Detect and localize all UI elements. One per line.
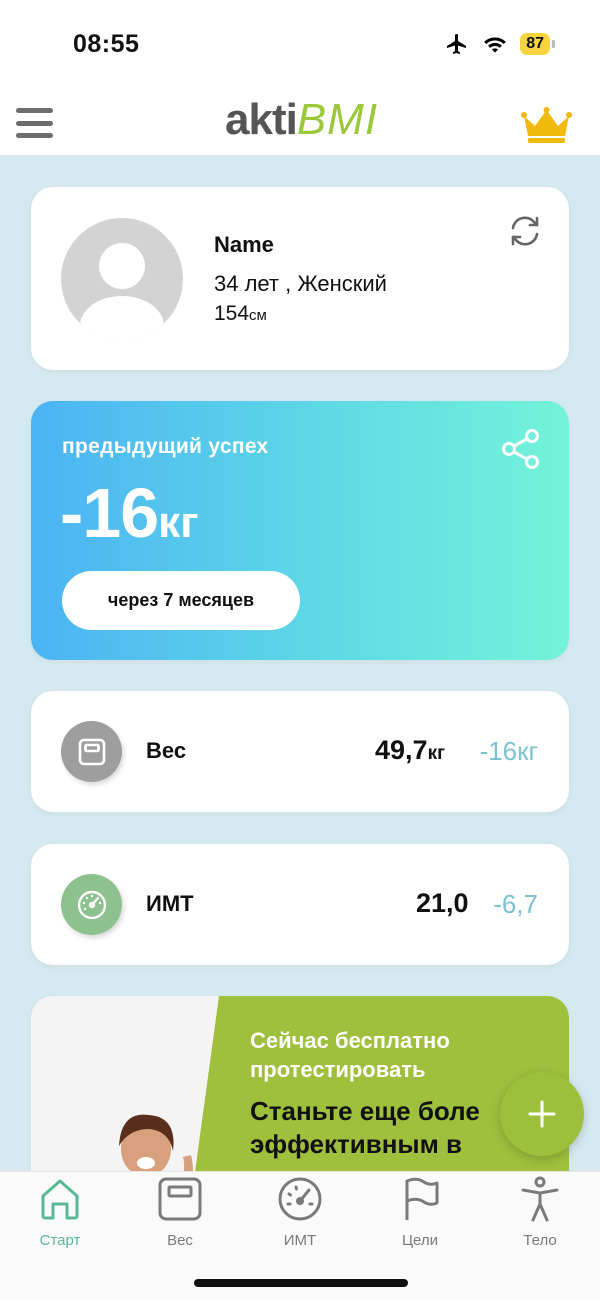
tab-label-goals: Цели	[401, 1232, 439, 1249]
home-icon	[41, 1179, 79, 1220]
promo-subtitle-line2: протестировать	[250, 1057, 426, 1082]
success-title: предыдущий успех	[62, 435, 269, 458]
scale-icon	[78, 738, 105, 765]
weight-card[interactable]: Вес 49,7кг -16кг	[31, 691, 569, 812]
weight-delta-unit: кг	[517, 736, 538, 766]
avatar[interactable]	[61, 218, 183, 340]
tab-label-body: Тело	[523, 1232, 557, 1249]
body-icon	[521, 1176, 559, 1222]
status-icons: 87	[444, 32, 555, 56]
promo-headline-line1: Станьте еще боле	[250, 1096, 480, 1126]
promo-subtitle-line1: Сейчас бесплатно	[250, 1028, 450, 1053]
logo-text-akti: akti	[225, 95, 298, 144]
success-value-number: -16	[60, 474, 159, 552]
promo-headline: Станьте еще боле эффективным в	[250, 1095, 480, 1161]
scale-icon	[158, 1177, 202, 1221]
bmi-value: 21,0	[416, 888, 469, 918]
bmi-card[interactable]: ИМТ 21,0 -6,7	[31, 844, 569, 965]
bmi-label: ИМТ	[146, 891, 194, 916]
menu-icon[interactable]	[16, 108, 53, 138]
period-button[interactable]: через 7 месяцев	[62, 571, 300, 630]
profile-age-gender: 34 лет , Женский	[214, 271, 387, 296]
tab-label-weight: Вес	[167, 1232, 193, 1249]
refresh-icon[interactable]	[507, 213, 543, 249]
weight-delta-number: -16	[479, 736, 518, 766]
add-button[interactable]	[500, 1072, 584, 1156]
bmi-icon-circle	[61, 874, 122, 935]
share-icon[interactable]	[501, 428, 541, 470]
tab-label-bmi: ИМТ	[283, 1232, 317, 1249]
bmi-delta: -6,7	[493, 889, 538, 919]
battery-indicator: 87	[520, 33, 555, 55]
app-header: aktiBMI	[0, 90, 600, 156]
status-bar: 08:55 87	[0, 0, 600, 90]
weight-value: 49,7кг	[375, 735, 445, 766]
plus-icon	[528, 1100, 556, 1128]
tab-body[interactable]: Тело	[480, 1176, 600, 1252]
profile-card[interactable]: Name 34 лет , Женский 154см	[31, 187, 569, 370]
tab-weight[interactable]: Вес	[120, 1176, 240, 1252]
weight-icon-circle	[61, 721, 122, 782]
logo-text-bmi: BMI	[296, 95, 379, 144]
weight-label: Вес	[146, 738, 187, 763]
tab-goals[interactable]: Цели	[360, 1176, 480, 1252]
height-unit: см	[249, 307, 267, 324]
profile-height: 154см	[214, 302, 267, 326]
promo-headline-line2: эффективным в	[250, 1129, 463, 1159]
app-logo: aktiBMI	[225, 94, 378, 146]
weight-value-number: 49,7	[375, 735, 428, 765]
weight-value-unit: кг	[427, 743, 445, 764]
success-value-unit: кг	[158, 498, 199, 547]
gauge-icon	[77, 890, 106, 919]
success-value: -16кг	[60, 475, 199, 571]
wifi-icon	[484, 37, 507, 53]
crown-icon[interactable]	[521, 106, 572, 144]
status-time: 08:55	[73, 30, 140, 58]
flag-icon	[405, 1177, 439, 1220]
airplane-icon	[447, 34, 467, 54]
home-indicator[interactable]	[194, 1279, 408, 1287]
height-value: 154	[214, 302, 250, 325]
tab-bmi[interactable]: ИМТ	[240, 1176, 360, 1252]
tab-label-start: Старт	[39, 1232, 81, 1249]
profile-name: Name	[214, 232, 274, 257]
tab-start[interactable]: Старт	[0, 1176, 120, 1252]
gauge-icon	[278, 1177, 322, 1221]
promo-subtitle: Сейчас бесплатно протестировать	[250, 1026, 450, 1084]
weight-delta: -16кг	[480, 736, 538, 767]
previous-success-card: предыдущий успех -16кг через 7 месяцев	[31, 401, 569, 660]
